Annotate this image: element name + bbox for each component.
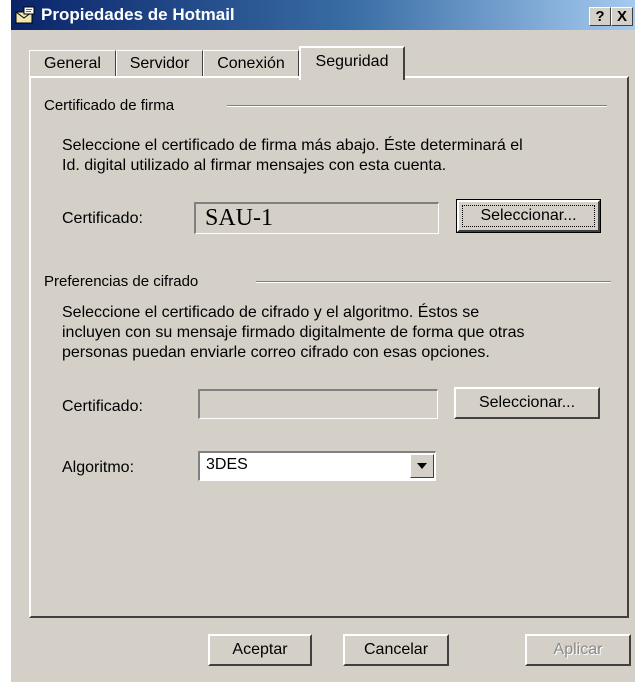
encryption-certificate-field[interactable] — [198, 389, 438, 419]
signing-certificate-label: Certificado: — [62, 210, 143, 227]
tab-seguridad[interactable]: Seguridad — [299, 46, 405, 80]
security-tab-panel: Certificado de firma Seleccione el certi… — [29, 76, 629, 618]
tab-general[interactable]: General — [29, 50, 116, 78]
encryption-group-label: Preferencias de cifrado — [44, 273, 199, 290]
properties-dialog: Propiedades de Hotmail ? X General Servi… — [9, 0, 635, 682]
algorithm-value: 3DES — [206, 456, 248, 473]
encryption-description: Seleccione el certificado de cifrado y e… — [62, 303, 524, 363]
encryption-description-line: Seleccione el certificado de cifrado y e… — [62, 304, 480, 321]
title-bar[interactable]: Propiedades de Hotmail ? X — [11, 0, 635, 30]
cancel-button[interactable]: Cancelar — [343, 634, 449, 666]
tab-conexion[interactable]: Conexión — [203, 50, 299, 78]
encryption-select-button[interactable]: Seleccionar... — [454, 387, 600, 419]
signing-description: Seleccione el certificado de firma más a… — [62, 136, 523, 176]
algorithm-select[interactable]: 3DES — [198, 451, 436, 481]
window-title: Propiedades de Hotmail — [41, 5, 235, 24]
signing-group-divider — [227, 105, 607, 107]
signing-certificate-field[interactable]: SAU-1 — [194, 202, 439, 234]
encryption-group-divider — [256, 281, 611, 283]
tab-servidor[interactable]: Servidor — [116, 50, 203, 78]
apply-button[interactable]: Aplicar — [525, 634, 631, 666]
focus-rectangle — [462, 205, 595, 227]
signing-certificate-value: SAU-1 — [205, 205, 274, 231]
encryption-description-line: personas puedan enviarle correo cifrado … — [62, 344, 490, 361]
dropdown-arrow-icon[interactable] — [410, 454, 434, 478]
help-button[interactable]: ? — [589, 7, 611, 26]
signing-description-line: Id. digital utilizado al firmar mensajes… — [62, 157, 447, 174]
signing-description-line: Seleccione el certificado de firma más a… — [62, 137, 523, 154]
signing-select-button[interactable]: Seleccionar... — [456, 199, 601, 233]
mail-account-icon — [15, 6, 35, 24]
signing-group-label: Certificado de firma — [44, 97, 175, 114]
encryption-description-line: incluyen con su mensaje firmado digitalm… — [62, 324, 525, 341]
algorithm-label: Algoritmo: — [62, 459, 135, 476]
encryption-certificate-label: Certificado: — [62, 398, 143, 415]
ok-button[interactable]: Aceptar — [208, 634, 312, 666]
tab-strip: General Servidor Conexión Seguridad — [29, 46, 629, 80]
close-button[interactable]: X — [611, 7, 633, 26]
